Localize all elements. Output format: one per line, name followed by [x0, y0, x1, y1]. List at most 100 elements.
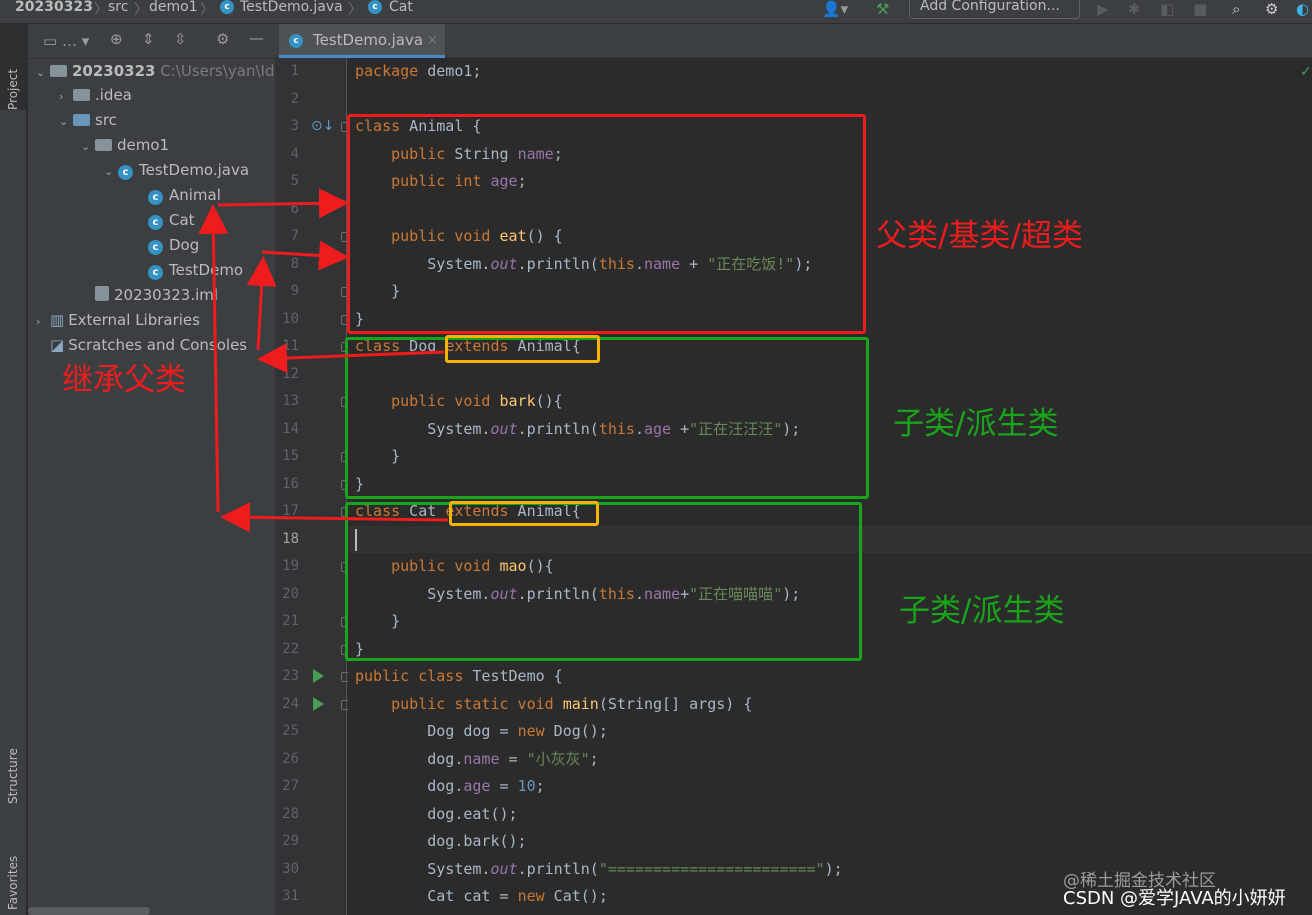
line-number: 24	[282, 695, 299, 712]
breadcrumb-project[interactable]: 20230323	[15, 0, 93, 20]
breadcrumb-separator: 〉	[134, 2, 148, 18]
java-class-icon: c	[220, 0, 234, 14]
watermark-csdn: CSDN @爱学JAVA的小妍妍	[1063, 888, 1286, 909]
package-icon	[95, 139, 112, 151]
line-number: 10	[282, 310, 299, 327]
dog-extends-highlight-box	[445, 335, 600, 363]
line-number: 31	[282, 888, 299, 904]
settings-gear-icon[interactable]: ⚙	[1265, 0, 1278, 18]
tree-item-demo1[interactable]: ⌄ demo1	[81, 133, 169, 158]
tree-item-label: Dog	[169, 236, 200, 254]
line-number: 19	[282, 558, 299, 574]
favorites-tool-tab[interactable]: Favorites	[0, 830, 27, 910]
code-line: System.out.println("====================…	[355, 859, 843, 878]
tree-item-label: Animal	[169, 186, 221, 204]
breadcrumb-separator: 〉	[200, 2, 214, 18]
tree-item-testdemo-class[interactable]: c TestDemo	[148, 258, 243, 283]
run-main-icon[interactable]	[313, 697, 324, 711]
close-icon[interactable]: ×	[427, 24, 438, 57]
breadcrumb-file[interactable]: TestDemo.java	[240, 0, 343, 20]
chevron-down-icon: ⌄	[59, 115, 69, 128]
build-hammer-icon[interactable]: ⚒	[876, 0, 889, 18]
locate-icon[interactable]: ⊕	[110, 30, 123, 48]
string-literal: "小灰灰"	[526, 749, 590, 768]
chevron-right-icon: ›	[59, 90, 64, 103]
debug-icon[interactable]: ✱	[1128, 0, 1141, 18]
project-tool-tab[interactable]: Project	[0, 24, 27, 110]
code-line: Dog dog = new Dog();	[355, 722, 608, 740]
tree-item-dog[interactable]: c Dog	[148, 233, 199, 258]
tree-item-src[interactable]: ⌄ src	[59, 108, 117, 133]
view-mode-icon[interactable]: ▭ … ▾	[43, 32, 89, 50]
line-number: 17	[282, 503, 299, 519]
folder-icon	[50, 65, 67, 77]
folder-icon	[73, 114, 90, 126]
line-number: 15	[282, 448, 299, 464]
scratches-icon: ◪	[50, 336, 65, 354]
line-number: 20	[282, 585, 299, 602]
tree-item-label: External Libraries	[68, 311, 200, 329]
line-number-gutter: 1 2 3 4 5 6 7 8 9 10 11 12 13 14 15 16 17 18 19 20 21 22 23 24 2…	[275, 58, 351, 915]
line-number: 2	[290, 90, 299, 107]
breadcrumb-src[interactable]: src	[108, 0, 128, 20]
chevron-down-icon: ⌄	[104, 165, 114, 178]
folder-icon	[73, 89, 90, 101]
chevron-right-icon: ›	[36, 315, 41, 328]
line-number: 16	[282, 475, 299, 492]
line-number: 1	[290, 63, 299, 79]
breadcrumb-symbol[interactable]: Cat	[389, 0, 413, 20]
overridden-method-icon[interactable]: ⊙↓	[311, 118, 334, 134]
search-icon[interactable]: ⌕	[1232, 0, 1240, 18]
library-icon: ▥	[50, 311, 65, 329]
code-line: dog.age = 10;	[355, 777, 545, 795]
breadcrumb-demo1[interactable]: demo1	[149, 0, 198, 20]
module-file-icon	[95, 286, 109, 301]
tree-item-external-libraries[interactable]: › ▥ External Libraries	[36, 308, 200, 333]
tree-item-label: TestDemo	[169, 261, 244, 279]
java-class-icon: c	[148, 265, 163, 280]
coverage-icon[interactable]: ◧	[1160, 0, 1174, 18]
child-class-label-cat: 子类/派生类	[899, 593, 1065, 629]
child-class-label-dog: 子类/派生类	[893, 406, 1059, 442]
horizontal-scrollbar[interactable]	[28, 907, 150, 915]
inspection-ok-icon[interactable]: ✓	[1300, 64, 1312, 80]
parent-class-label: 父类/基类/超类	[876, 218, 1083, 254]
run-icon[interactable]: ▶	[1097, 0, 1109, 18]
run-class-icon[interactable]	[313, 669, 324, 683]
line-number: 9	[290, 283, 299, 299]
update-icon[interactable]: ◐	[1296, 0, 1309, 18]
line-number: 3	[290, 118, 299, 134]
expand-all-icon[interactable]: ⇕	[142, 30, 155, 48]
chevron-down-icon: ⌄	[36, 66, 46, 79]
tree-item-cat[interactable]: c Cat	[148, 208, 195, 233]
java-class-icon: c	[148, 240, 163, 255]
tree-item-label: demo1	[117, 136, 170, 154]
tree-item-idea[interactable]: › .idea	[59, 83, 132, 108]
tree-item-iml[interactable]: 20230323.iml	[81, 283, 218, 308]
code-line: Cat cat = new Cat();	[355, 887, 608, 905]
tree-item-label: src	[95, 111, 117, 129]
options-gear-icon[interactable]: ⚙	[216, 30, 229, 48]
tree-item-project-root[interactable]: ⌄ 20230323 C:\Users\yan\Ide	[36, 59, 275, 84]
user-icon[interactable]: 👤▾	[822, 0, 848, 18]
line-number: 25	[282, 723, 299, 739]
run-configuration-button[interactable]: Add Configuration...	[909, 0, 1080, 19]
tool-window-stripe: Project Structure Favorites	[0, 24, 27, 915]
code-line: package demo1;	[355, 62, 482, 80]
structure-tool-tab[interactable]: Structure	[0, 724, 27, 804]
tree-item-animal[interactable]: c Animal	[148, 183, 221, 208]
code-line: dog.name = "小灰灰";	[355, 749, 599, 768]
inherit-parent-label: 继承父类	[62, 362, 186, 398]
line-number: 8	[290, 255, 299, 272]
line-number: 28	[282, 805, 299, 822]
parent-class-highlight-box	[347, 114, 866, 334]
tab-testdemo-java[interactable]: c TestDemo.java ×	[279, 24, 445, 58]
collapse-all-icon[interactable]: ⇳	[174, 30, 187, 48]
project-panel-toolbar: ▭ … ▾ ⊕ ⇕ ⇳ ⚙ —	[28, 24, 275, 59]
line-number: 4	[290, 145, 299, 162]
java-class-icon: c	[368, 0, 382, 14]
stop-icon[interactable]: ■	[1193, 0, 1207, 18]
hide-panel-icon[interactable]: —	[249, 29, 264, 47]
tree-item-testdemo-java[interactable]: ⌄ c TestDemo.java	[104, 158, 249, 183]
tab-label: TestDemo.java	[313, 31, 424, 49]
